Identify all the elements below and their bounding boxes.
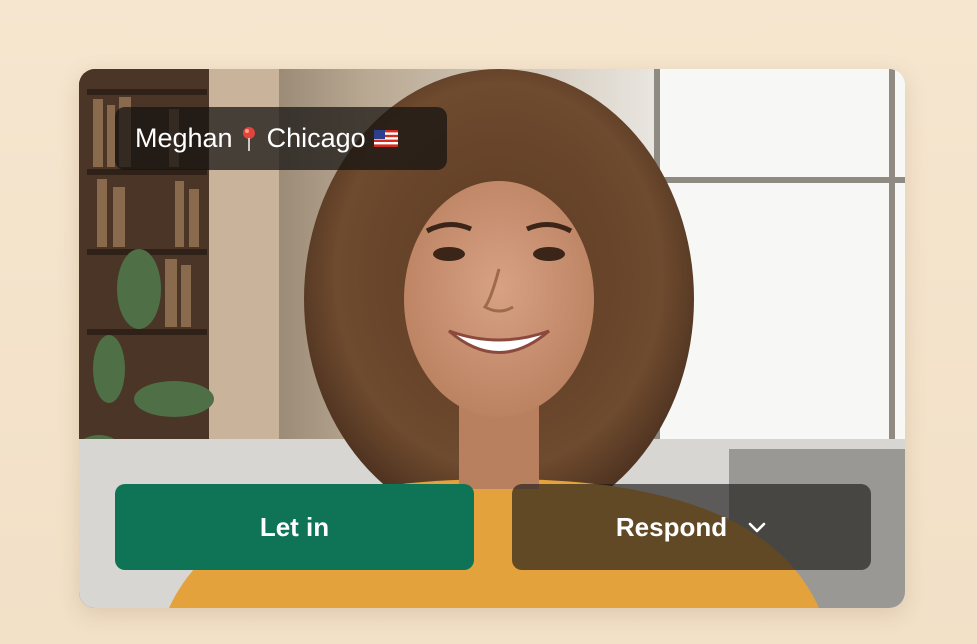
video-call-card: Meghan Chicago Let in Respond [79, 69, 905, 608]
chevron-down-icon [747, 520, 767, 534]
respond-button[interactable]: Respond [512, 484, 871, 570]
caller-location: Chicago [266, 123, 366, 153]
caller-name: Meghan [135, 123, 233, 153]
pin-icon [241, 126, 257, 152]
caller-info-badge: Meghan Chicago [115, 107, 447, 170]
us-flag-icon [373, 130, 398, 147]
respond-label: Respond [615, 511, 728, 542]
let-in-button[interactable]: Let in [115, 484, 474, 570]
